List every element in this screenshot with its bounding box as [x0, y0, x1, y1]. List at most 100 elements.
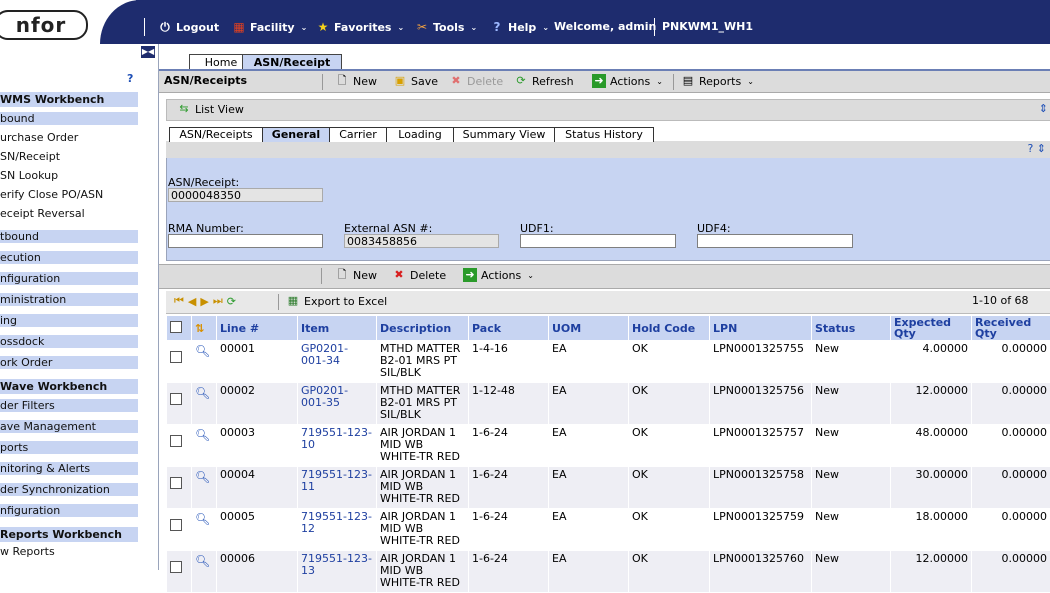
- row-lookup[interactable]: 🔍︎: [192, 341, 217, 383]
- refresh-button[interactable]: ⟳Refresh: [514, 74, 574, 88]
- row-checkbox[interactable]: [170, 477, 182, 489]
- nav-item-inbound[interactable]: bound: [0, 112, 138, 125]
- actions-menu[interactable]: ➜Actions⌄: [592, 74, 663, 88]
- subtab-loading[interactable]: Loading: [386, 127, 454, 142]
- magnifier-icon[interactable]: 🔍︎: [195, 471, 210, 483]
- row-select[interactable]: [167, 551, 192, 593]
- refresh-icon[interactable]: ⟳: [227, 295, 236, 308]
- list-view-link[interactable]: ⇆List View: [177, 102, 244, 116]
- col-hold-code[interactable]: Hold Code: [629, 316, 710, 341]
- table-row[interactable]: 🔍︎ 00006 719551-123-13 AIR JORDAN 1 MID …: [167, 551, 1050, 593]
- reports-menu[interactable]: ▤Reports⌄: [681, 74, 754, 88]
- export-excel-button[interactable]: ▦Export to Excel: [286, 294, 387, 308]
- row-select[interactable]: [167, 509, 192, 551]
- nav-item-order-filters[interactable]: der Filters: [0, 399, 138, 412]
- row-checkbox[interactable]: [170, 351, 182, 363]
- col-expected-qty[interactable]: Expected Qty: [891, 316, 972, 341]
- subtab-status-history[interactable]: Status History: [554, 127, 654, 142]
- row-select[interactable]: [167, 341, 192, 383]
- delete-button[interactable]: ✖Delete: [449, 74, 503, 88]
- table-row[interactable]: 🔍︎ 00004 719551-123-11 AIR JORDAN 1 MID …: [167, 467, 1050, 509]
- nav-item-monitoring[interactable]: nitoring & Alerts: [0, 462, 138, 475]
- row-checkbox[interactable]: [170, 561, 182, 573]
- nav-section-wms[interactable]: WMS Workbench: [0, 92, 138, 107]
- table-row[interactable]: 🔍︎ 00001 GP0201-001-34 MTHD MATTER B2-01…: [167, 341, 1050, 383]
- nav-section-reports[interactable]: Reports Workbench: [0, 527, 138, 542]
- detail-actions-menu[interactable]: ➜Actions⌄: [463, 268, 534, 282]
- col-pack[interactable]: Pack: [469, 316, 549, 341]
- facility-menu[interactable]: ▦ Facility⌄: [232, 20, 307, 34]
- tools-menu[interactable]: ✂ Tools⌄: [415, 20, 477, 34]
- subtab-summary-view[interactable]: Summary View: [453, 127, 555, 142]
- favorites-menu[interactable]: ★ Favorites⌄: [316, 20, 404, 34]
- form-help-icon[interactable]: ? ⇕: [1027, 142, 1046, 155]
- nav-item-outbound[interactable]: tbound: [0, 230, 138, 243]
- nav-item-asn-lookup[interactable]: SN Lookup: [0, 169, 138, 182]
- nav-item-reports[interactable]: ports: [0, 441, 138, 454]
- subtab-carrier[interactable]: Carrier: [329, 127, 387, 142]
- row-checkbox[interactable]: [170, 435, 182, 447]
- row-select[interactable]: [167, 467, 192, 509]
- nav-item-asn-receipt[interactable]: SN/Receipt: [0, 150, 138, 163]
- select-all-header[interactable]: [167, 316, 192, 341]
- row-lookup[interactable]: 🔍︎: [192, 509, 217, 551]
- magnifier-icon[interactable]: 🔍︎: [195, 513, 210, 525]
- first-page-icon[interactable]: ⏮: [174, 294, 184, 308]
- col-line[interactable]: Line #: [217, 316, 298, 341]
- detail-new-button[interactable]: 🗋New: [335, 268, 377, 282]
- asn-receipt-field[interactable]: 0000048350: [168, 188, 323, 202]
- table-row[interactable]: 🔍︎ 00005 719551-123-12 AIR JORDAN 1 MID …: [167, 509, 1050, 551]
- rma-number-field[interactable]: [168, 234, 323, 248]
- row-checkbox[interactable]: [170, 393, 182, 405]
- nav-item-execution[interactable]: ecution: [0, 251, 138, 264]
- row-select[interactable]: [167, 425, 192, 467]
- last-page-icon[interactable]: ⏭: [213, 294, 223, 308]
- save-button[interactable]: ▣Save: [393, 74, 438, 88]
- col-uom[interactable]: UOM: [549, 316, 629, 341]
- sort-header[interactable]: ⇅: [192, 316, 217, 341]
- subtab-general[interactable]: General: [262, 127, 330, 142]
- nav-item-administration[interactable]: ministration: [0, 293, 138, 306]
- cell-item[interactable]: 719551-123-10: [298, 425, 377, 467]
- help-menu[interactable]: ? Help⌄: [490, 20, 549, 34]
- col-item[interactable]: Item: [298, 316, 377, 341]
- nav-item-configuration[interactable]: nfiguration: [0, 272, 138, 285]
- expand-icon[interactable]: ⇕: [1039, 102, 1048, 115]
- nav-item-purchase-order[interactable]: urchase Order: [0, 131, 138, 144]
- new-button[interactable]: 🗋New: [335, 74, 377, 88]
- external-asn-field[interactable]: 0083458856: [344, 234, 499, 248]
- nav-item-work-order[interactable]: ork Order: [0, 356, 138, 369]
- cell-item[interactable]: 719551-123-12: [298, 509, 377, 551]
- logout-menu[interactable]: ⏻ Logout: [158, 20, 219, 34]
- magnifier-icon[interactable]: 🔍︎: [195, 555, 210, 567]
- row-checkbox[interactable]: [170, 519, 182, 531]
- row-lookup[interactable]: 🔍︎: [192, 383, 217, 425]
- tab-asn-receipt[interactable]: ASN/Receipt: [242, 54, 342, 70]
- nav-item-verify-close[interactable]: erify Close PO/ASN: [0, 188, 138, 201]
- magnifier-icon[interactable]: 🔍︎: [195, 429, 210, 441]
- list-view-bar[interactable]: ⇆List View ⇕: [166, 99, 1050, 121]
- nav-item-wave-management[interactable]: ave Management: [0, 420, 138, 433]
- nav-item-receipt-reversal[interactable]: eceipt Reversal: [0, 207, 138, 220]
- col-status[interactable]: Status: [812, 316, 891, 341]
- udf4-field[interactable]: [697, 234, 853, 248]
- magnifier-icon[interactable]: 🔍︎: [195, 345, 210, 357]
- subtab-asn-receipts[interactable]: ASN/Receipts: [169, 127, 263, 142]
- select-all-checkbox[interactable]: [170, 321, 182, 333]
- nav-section-wave[interactable]: Wave Workbench: [0, 379, 138, 394]
- row-lookup[interactable]: 🔍︎: [192, 425, 217, 467]
- nav-item-billing[interactable]: ing: [0, 314, 138, 327]
- col-description[interactable]: Description: [377, 316, 469, 341]
- cell-item[interactable]: 719551-123-13: [298, 551, 377, 593]
- collapse-panel-icon[interactable]: ▶◀: [141, 46, 155, 58]
- detail-delete-button[interactable]: ✖Delete: [392, 268, 446, 282]
- nav-item-order-sync[interactable]: der Synchronization: [0, 483, 138, 496]
- nav-item-crossdock[interactable]: ossdock: [0, 335, 138, 348]
- udf1-field[interactable]: [520, 234, 676, 248]
- nav-item-view-reports[interactable]: w Reports: [0, 545, 138, 558]
- next-page-icon[interactable]: ▶: [200, 295, 208, 308]
- row-lookup[interactable]: 🔍︎: [192, 467, 217, 509]
- table-row[interactable]: 🔍︎ 00003 719551-123-10 AIR JORDAN 1 MID …: [167, 425, 1050, 467]
- nav-item-wave-configuration[interactable]: nfiguration: [0, 504, 138, 517]
- cell-item[interactable]: 719551-123-11: [298, 467, 377, 509]
